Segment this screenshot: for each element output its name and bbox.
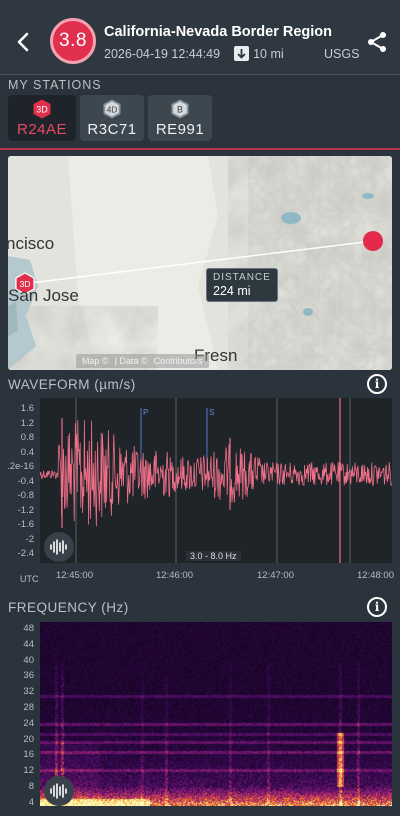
map-label-city: San Jose: [8, 286, 79, 305]
waveform-y-tick: 1.6: [20, 403, 34, 414]
map-label-city: ncisco: [8, 234, 55, 253]
frequency-title: FREQUENCY (Hz): [8, 600, 129, 615]
frequency-y-tick: 44: [23, 638, 34, 650]
waveform-x-tick: 12:46:00: [156, 570, 193, 581]
phase-marker-label: S: [209, 408, 214, 417]
frequency-y-tick: 28: [23, 702, 34, 713]
share-icon[interactable]: [365, 30, 389, 54]
station-name: RE991: [155, 121, 205, 138]
event-meta: 2026-04-19 12:44:49 10 mi: [104, 46, 284, 61]
waveform-y-tick: -1.6: [17, 519, 34, 530]
spectrogram-plot[interactable]: [40, 622, 392, 806]
event-header: 3.8 California-Nevada Border Region 2026…: [0, 0, 400, 74]
frequency-y-tick: 32: [23, 686, 34, 698]
magnitude-badge: 3.8: [50, 18, 96, 64]
station-tab-re991[interactable]: B RE991: [148, 95, 212, 141]
header-divider: [0, 74, 400, 75]
frequency-y-tick: 48: [23, 623, 34, 634]
spectrogram-image: [40, 622, 392, 806]
station-badge-icon: 4D: [103, 99, 121, 119]
stations-label: MY STATIONS: [8, 78, 102, 92]
station-tab-r3c71[interactable]: 4D R3C71: [80, 95, 144, 141]
svg-text:4D: 4D: [107, 105, 118, 115]
frequency-y-tick: 20: [23, 733, 34, 745]
waveform-y-tick: -2.4: [17, 548, 34, 559]
station-name: R3C71: [87, 121, 137, 138]
distance-label: DISTANCE: [213, 272, 271, 283]
arrow-left-icon[interactable]: [12, 30, 36, 54]
arrow-down-icon: [234, 46, 250, 61]
frequency-y-tick: 40: [23, 654, 34, 666]
frequency-y-tick: 16: [23, 749, 34, 761]
event-depth: 10 mi: [253, 46, 284, 61]
svg-text:3D: 3D: [36, 105, 48, 115]
waveform-y-tick: .2e-16: [7, 461, 34, 472]
waveform-x-tick: 12:48:00: [357, 570, 394, 581]
waveform-y-tick: -0.4: [17, 475, 34, 487]
phase-marker-label: P: [143, 408, 148, 417]
map-terrain: 3D: [8, 156, 392, 370]
frequency-y-tick: 24: [23, 717, 34, 729]
station-tab-r24ae[interactable]: 3D R24AE: [8, 95, 76, 141]
distance-value: 224 mi: [213, 284, 251, 298]
info-icon[interactable]: i: [367, 374, 387, 394]
x-axis-label: UTC: [20, 574, 39, 584]
info-icon[interactable]: i: [367, 597, 387, 617]
event-source: USGS: [324, 47, 360, 61]
frequency-y-tick: 12: [23, 765, 34, 777]
waveform-band: 3.0 - 8.0 Hz: [186, 551, 241, 561]
waveform-title: WAVEFORM (µm/s): [8, 377, 136, 392]
soundwave-icon[interactable]: [44, 532, 74, 562]
waveform-x-tick: 12:47:00: [257, 570, 294, 581]
waveform-x-tick: 12:45:00: [56, 570, 93, 581]
station-name: R24AE: [16, 121, 68, 138]
map-attribution[interactable]: Map © | Data © Contributors: [76, 354, 209, 368]
station-badge-icon: B: [171, 99, 189, 119]
waveform-y-tick: 0.8: [20, 432, 34, 443]
frequency-y-tick: 4: [28, 796, 34, 808]
waveform-y-tick: -0.8: [17, 490, 34, 501]
distance-tooltip: DISTANCE 224 mi: [206, 268, 278, 302]
station-badge-icon: 3D: [33, 99, 51, 119]
waveform-y-tick: -1.2: [17, 504, 34, 516]
waveform-y-tick: 0.4: [20, 446, 34, 458]
waveform-plot[interactable]: PS: [39, 398, 392, 563]
frequency-y-tick: 8: [28, 781, 34, 792]
event-title: California-Nevada Border Region: [104, 24, 333, 40]
svg-text:B: B: [177, 105, 183, 115]
station-map[interactable]: 3D ncisco San Jose Fresn DISTANCE 224 mi…: [8, 156, 392, 370]
stations-accent-line: [0, 148, 400, 150]
event-datetime: 2026-04-19 12:44:49: [104, 46, 221, 61]
frequency-y-tick: 36: [23, 670, 34, 682]
soundwave-icon[interactable]: [44, 776, 74, 806]
waveform-trace: PS: [39, 398, 392, 563]
waveform-y-tick: -2: [25, 533, 34, 545]
waveform-y-tick: 1.2: [20, 417, 34, 429]
